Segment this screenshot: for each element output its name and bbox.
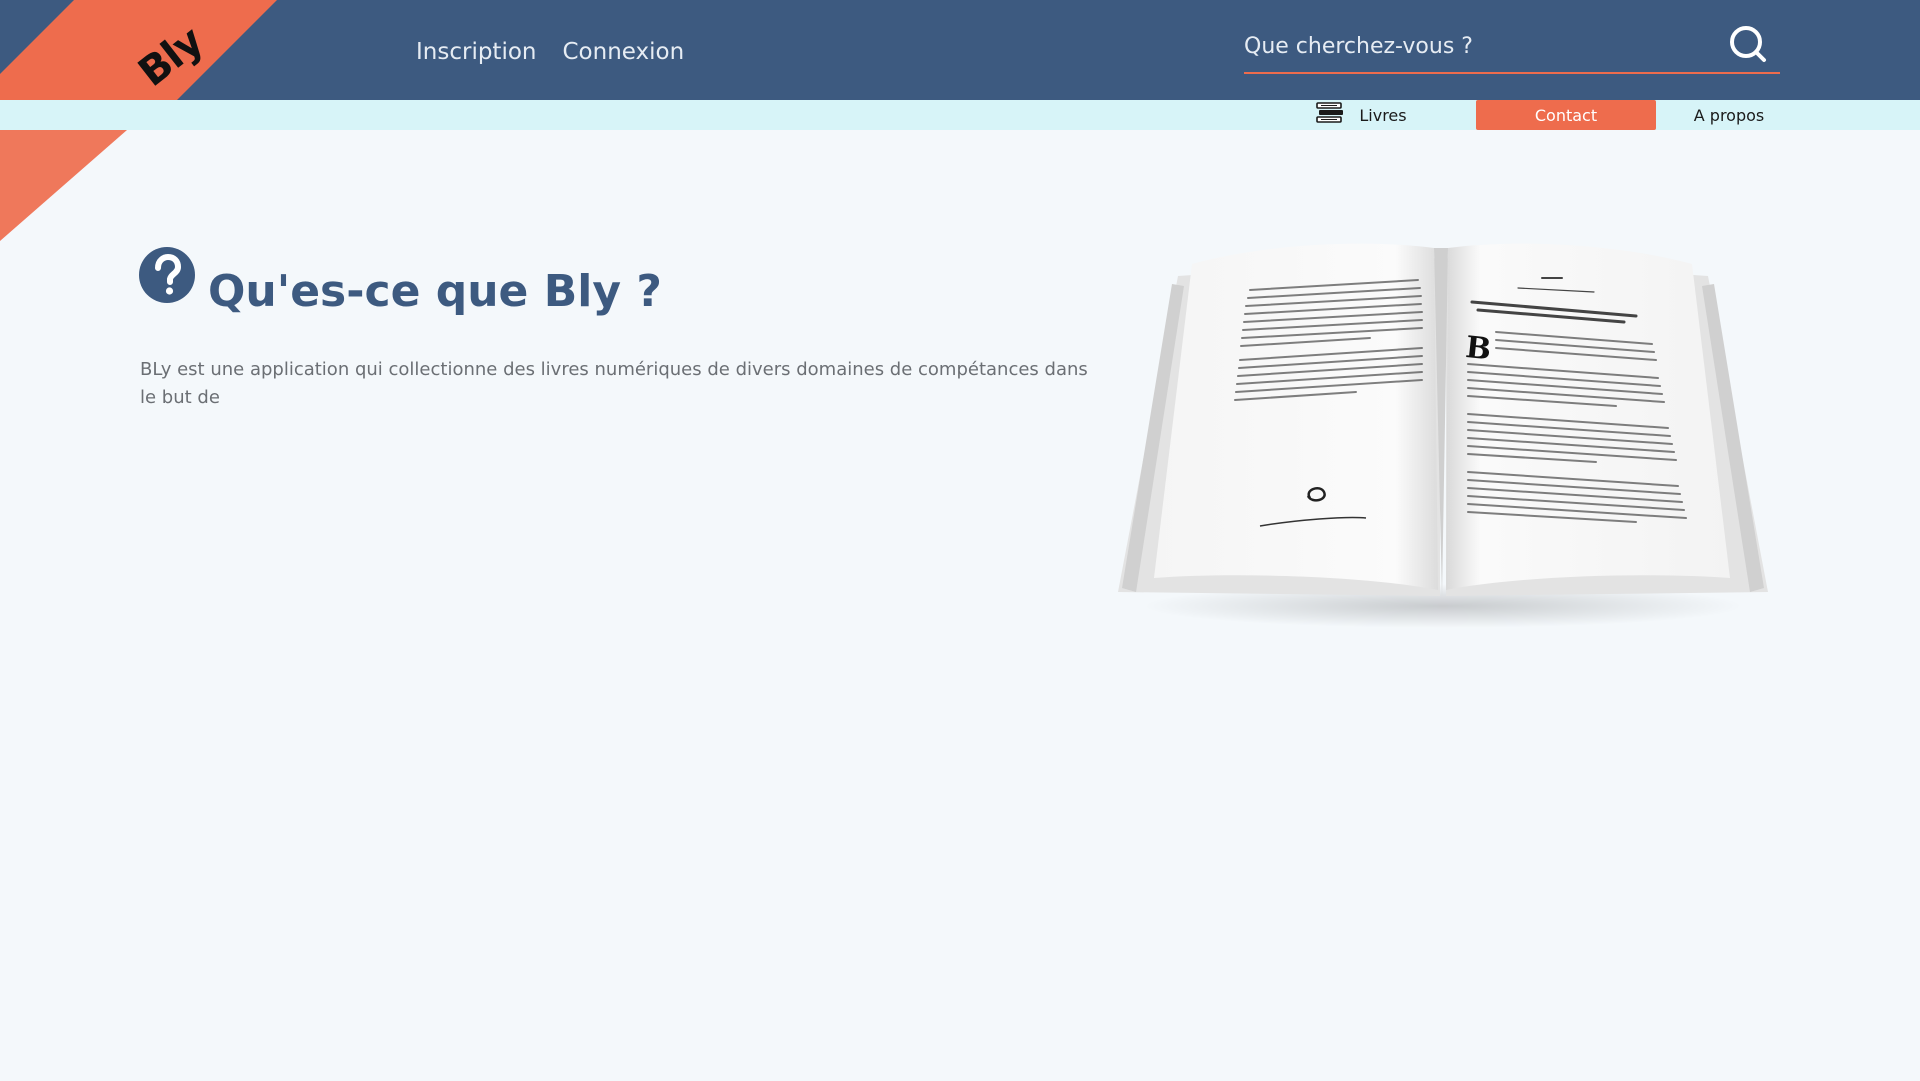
login-link[interactable]: Connexion [563,36,685,68]
corner-decoration [0,130,127,241]
search-input[interactable] [1244,28,1714,64]
subnav-books-label: Livres [1359,105,1407,125]
subnav-contact-button[interactable]: Contact [1476,100,1656,130]
search-bar [1244,22,1780,74]
subnav-books-link[interactable]: Livres [1276,100,1446,130]
sub-nav: Livres Contact A propos [0,100,1920,130]
logo-link[interactable]: Bly [0,0,300,100]
svg-text:B: B [1464,330,1493,367]
intro-paragraph: BLy est une application qui collectionne… [140,359,1088,408]
books-icon [1315,102,1345,128]
page-title: Qu'es-ce que Bly ? [208,266,662,317]
subnav-about-link[interactable]: A propos [1656,100,1802,130]
question-circle-icon [138,246,196,308]
search-icon[interactable] [1728,24,1768,64]
signup-link[interactable]: Inscription [416,36,537,68]
open-book-illustration: B [1118,243,1768,628]
top-header: Bly Inscription Connexion [0,0,1920,100]
main-nav: Inscription Connexion [416,36,684,68]
